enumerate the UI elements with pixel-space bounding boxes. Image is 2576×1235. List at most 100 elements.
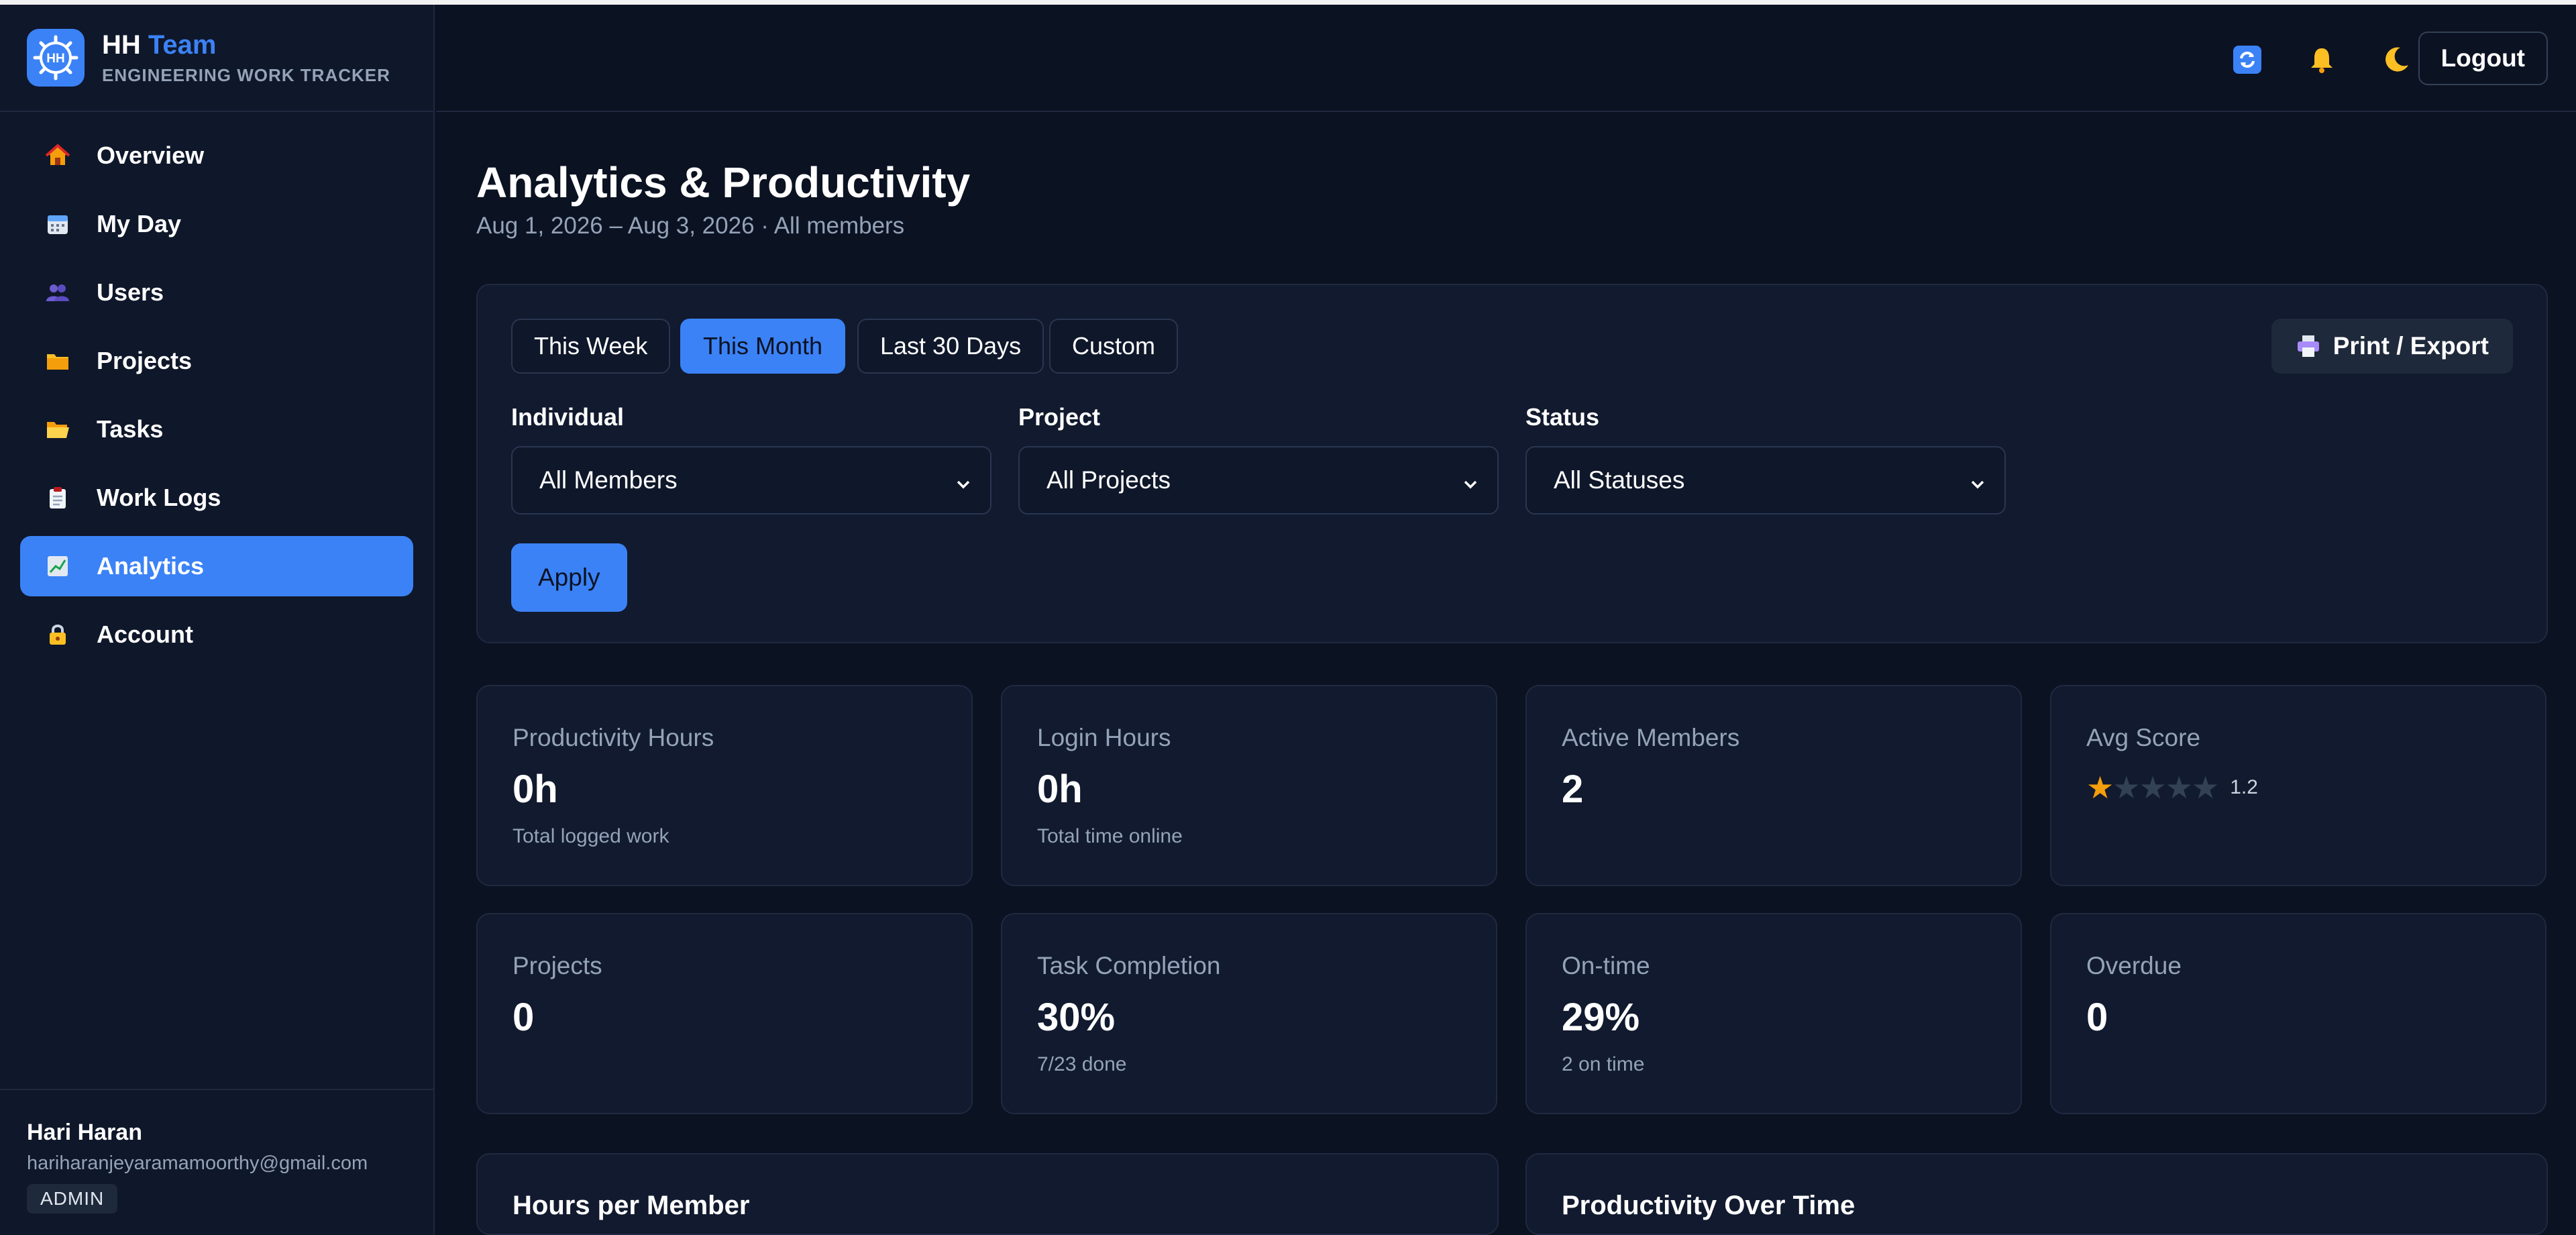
stat-sub: 7/23 done [1037,1053,1127,1075]
user-name: Hari Haran [27,1120,142,1145]
stat-label: Projects [513,952,602,979]
logout-button[interactable]: Logout [2418,32,2548,85]
range-this-month-button[interactable]: This Month [680,319,846,374]
status-filter-label: Status [1525,403,1600,431]
star-empty-icon: ★ [2139,770,2167,805]
star-empty-icon: ★ [2192,770,2220,805]
section-title: Productivity Over Time [1562,1191,1856,1220]
sidebar-nav: Overview My Day Users Projects Tasks Wor… [0,112,433,665]
bell-icon[interactable] [2306,44,2338,76]
individual-select[interactable]: All Members [511,446,991,515]
sidebar-item-analytics[interactable]: Analytics [20,536,413,596]
sidebar-item-label: My Day [97,210,182,237]
stat-value: 30% [1037,996,1116,1039]
stat-label: On-time [1562,952,1650,979]
stat-login-hours: Login Hours 0h Total time online [1001,685,1497,886]
sidebar-item-label: Users [97,278,164,306]
chevron-down-icon [1968,472,1987,500]
sidebar-item-label: Overview [97,142,205,169]
sidebar-item-label: Projects [97,347,193,374]
stat-label: Productivity Hours [513,724,714,751]
status-select[interactable]: All Statuses [1525,446,2006,515]
moon-icon[interactable] [2380,44,2412,76]
stat-value: 0 [2086,996,2108,1039]
star-rating: ★ ★ ★ ★ ★ 1.2 [2086,772,2545,803]
topbar: Logout [436,5,2576,112]
filter-panel: This Week This Month Last 30 Days Custom… [476,284,2548,643]
brand: HH HH Team ENGINEERING WORK TRACKER [0,5,433,112]
page-title: Analytics & Productivity [476,158,971,207]
brand-name: HH Team [102,30,390,60]
star-empty-icon: ★ [2112,770,2141,805]
print-export-label: Print / Export [2332,332,2489,360]
user-email: hariharanjeyaramamoorthy@gmail.com [27,1152,368,1174]
sidebar-item-label: Tasks [97,415,164,443]
chart-icon [44,553,71,580]
brand-name-part1: HH [102,30,141,60]
sidebar-item-work-logs[interactable]: Work Logs [20,468,413,528]
stat-value: 0h [513,767,558,811]
sidebar-item-label: Account [97,621,193,648]
sidebar-item-projects[interactable]: Projects [20,331,413,391]
stat-sub: Total time online [1037,825,1183,847]
status-select-value: All Statuses [1554,466,1685,494]
sidebar-item-overview[interactable]: Overview [20,125,413,186]
project-select-value: All Projects [1046,466,1171,494]
calendar-icon [44,211,71,237]
individual-select-value: All Members [539,466,678,494]
page-subtitle: Aug 1, 2026 – Aug 3, 2026 · All members [476,213,905,239]
sidebar-item-label: Analytics [97,552,205,580]
stat-label: Task Completion [1037,952,1221,979]
sidebar-item-account[interactable]: Account [20,604,413,665]
project-select[interactable]: All Projects [1018,446,1499,515]
refresh-icon[interactable] [2231,44,2263,76]
folder-icon [44,347,71,374]
brand-name-part2: Team [148,30,217,60]
stat-sub: 2 on time [1562,1053,1645,1075]
stat-active-members: Active Members 2 [1525,685,2022,886]
stat-label: Avg Score [2086,724,2201,751]
sidebar-item-my-day[interactable]: My Day [20,194,413,254]
range-last-30-days-button[interactable]: Last 30 Days [857,319,1044,374]
stat-label: Overdue [2086,952,2182,979]
range-custom-button[interactable]: Custom [1049,319,1179,374]
user-role-badge: ADMIN [27,1184,118,1214]
chevron-down-icon [1461,472,1480,500]
gear-logo-icon: HH [33,35,78,80]
stat-projects: Projects 0 [476,913,973,1114]
clipboard-icon [44,484,71,511]
apply-button[interactable]: Apply [511,543,627,612]
range-this-week-button[interactable]: This Week [511,319,671,374]
avg-score-value: 1.2 [2230,776,2258,798]
printer-icon [2296,334,2321,358]
sidebar-item-tasks[interactable]: Tasks [20,399,413,460]
open-folder-icon [44,416,71,443]
chevron-down-icon [954,472,973,500]
stat-on-time: On-time 29% 2 on time [1525,913,2022,1114]
stat-productivity-hours: Productivity Hours 0h Total logged work [476,685,973,886]
section-title: Hours per Member [513,1191,750,1220]
brand-subtitle: ENGINEERING WORK TRACKER [102,64,390,85]
stat-value: 2 [1562,767,1584,811]
logo: HH [27,29,85,87]
project-filter-label: Project [1018,403,1101,431]
print-export-button[interactable]: Print / Export [2271,319,2513,374]
sidebar-item-label: Work Logs [97,484,221,511]
stat-value: 0 [513,996,535,1039]
stat-sub: Total logged work [513,825,669,847]
hours-per-member-card: Hours per Member [476,1153,1499,1235]
stat-avg-score: Avg Score ★ ★ ★ ★ ★ 1.2 [2050,685,2546,886]
stat-task-completion: Task Completion 30% 7/23 done [1001,913,1497,1114]
users-icon [44,279,71,306]
stat-overdue: Overdue 0 [2050,913,2546,1114]
star-filled-icon: ★ [2086,770,2114,805]
productivity-over-time-card: Productivity Over Time [1525,1153,2548,1235]
individual-filter-label: Individual [511,403,625,431]
sidebar-item-users[interactable]: Users [20,262,413,323]
lock-icon [44,621,71,648]
stat-label: Active Members [1562,724,1740,751]
window-top-edge [0,0,2576,5]
house-icon [44,142,71,169]
logo-text: HH [46,52,64,66]
current-user: Hari Haran hariharanjeyaramamoorthy@gmai… [0,1089,433,1235]
